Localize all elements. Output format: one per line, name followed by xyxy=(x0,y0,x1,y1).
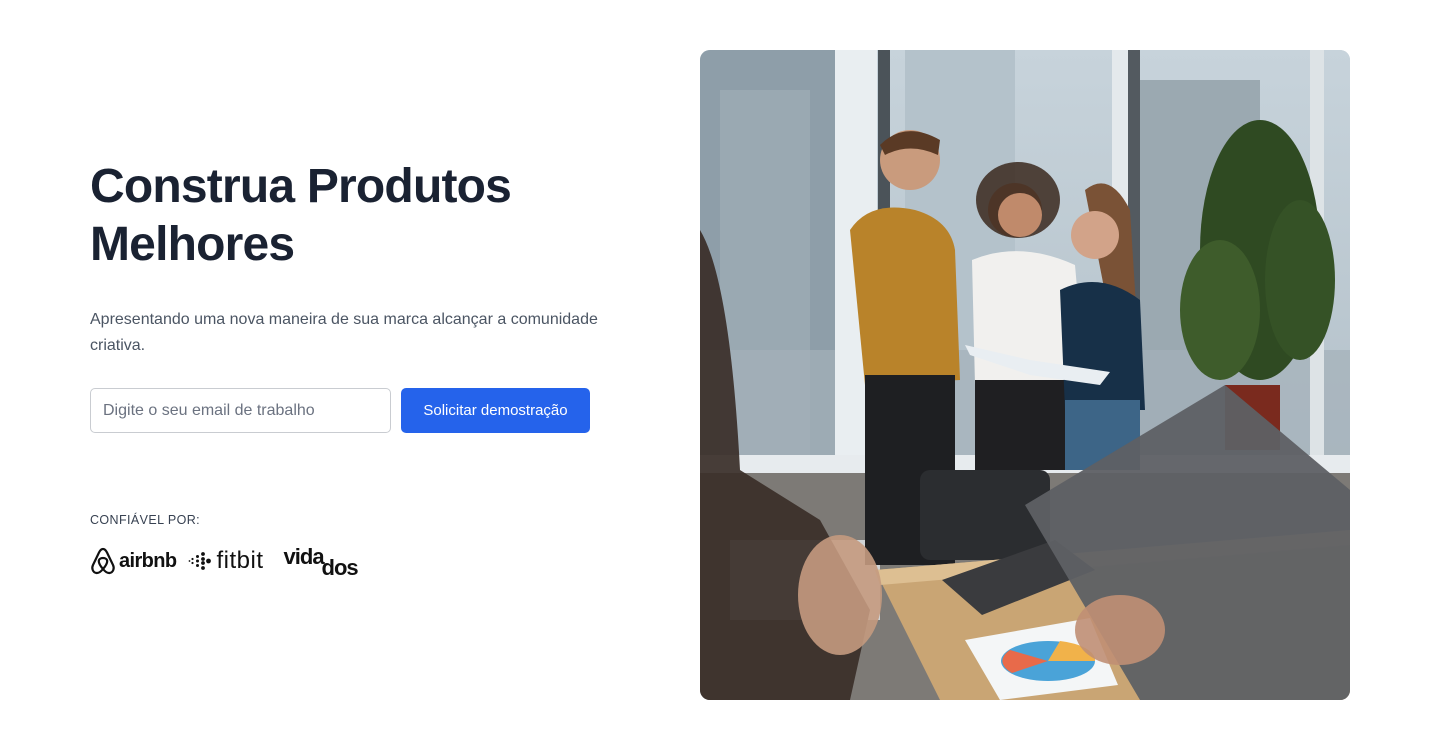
trusted-logos: airbnb fitbit vida dos xyxy=(90,544,366,580)
team-meeting-photo xyxy=(700,50,1350,700)
hero-subtitle: Apresentando uma nova maneira de sua mar… xyxy=(90,311,598,354)
airbnb-icon xyxy=(91,547,115,575)
trusted-by-label: CONFIÁVEL POR: xyxy=(90,513,201,527)
vidados-wordmark-bottom: dos xyxy=(321,555,359,580)
airbnb-wordmark: airbnb xyxy=(119,549,177,572)
demo-request-form: Solicitar demostração xyxy=(90,388,590,433)
airbnb-logo: airbnb xyxy=(90,546,177,576)
hero-title: Construa Produtos Melhores xyxy=(90,160,512,271)
vidados-logo: vida dos xyxy=(283,544,366,580)
work-email-input[interactable] xyxy=(90,388,391,433)
fitbit-logo: fitbit xyxy=(188,547,264,575)
fitbit-dots-icon xyxy=(188,552,211,570)
request-demo-button[interactable]: Solicitar demostração xyxy=(401,388,590,433)
fitbit-wordmark: fitbit xyxy=(216,547,264,574)
vidados-wordmark-top: vida xyxy=(283,544,325,569)
hero-section: Construa Produtos Melhores Apresentando … xyxy=(0,0,1440,734)
